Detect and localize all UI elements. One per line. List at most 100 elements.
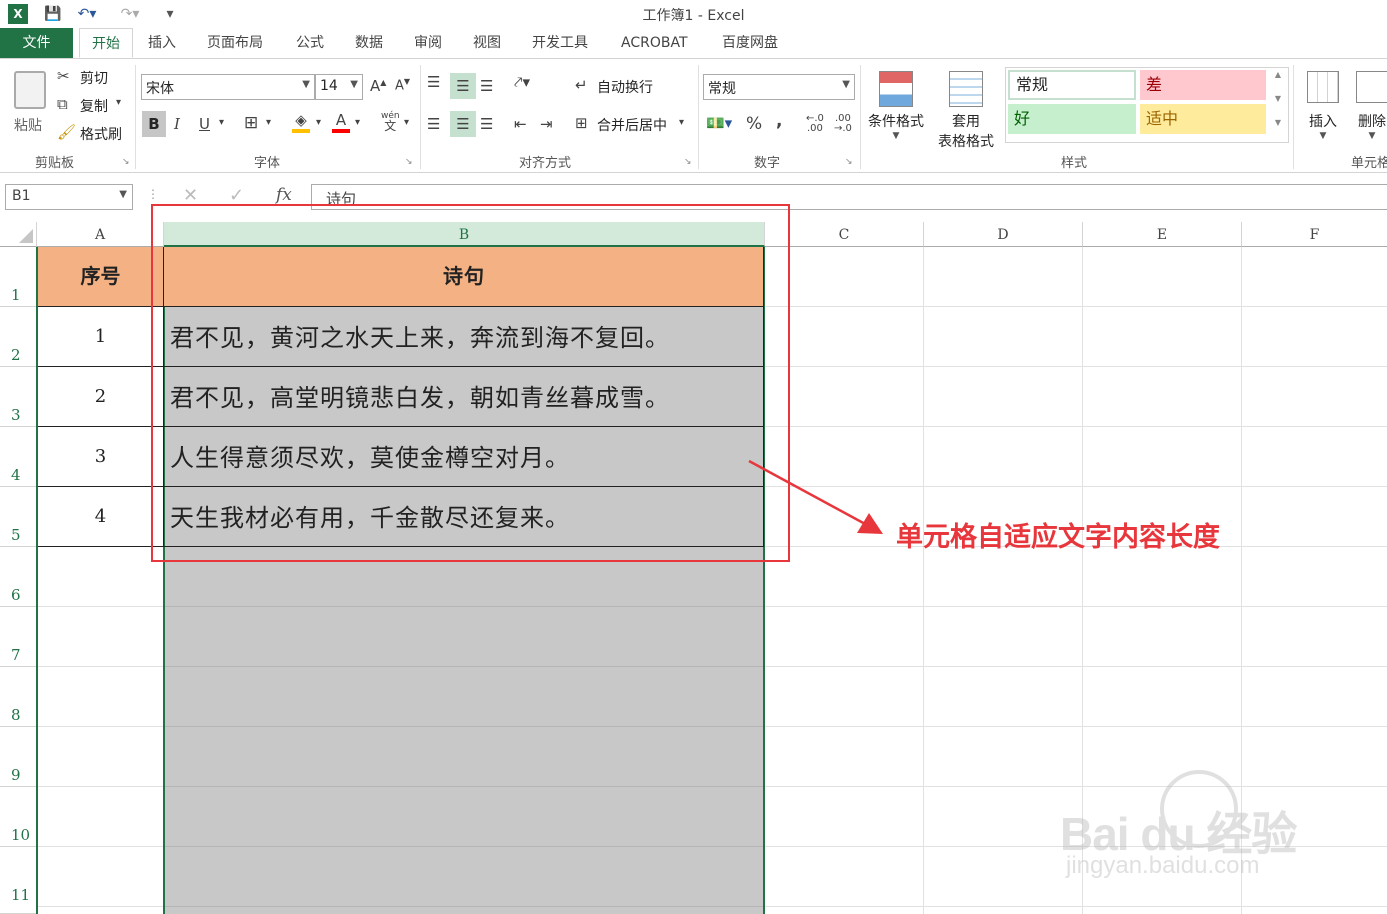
tab-page-layout[interactable]: 页面布局	[207, 28, 263, 58]
gallery-scroll-up-icon[interactable]: ▲	[1270, 70, 1286, 92]
row-header-7[interactable]: 7	[0, 607, 37, 667]
fill-color-icon[interactable]: ◈	[292, 111, 310, 133]
phonetic-icon[interactable]: wén 文	[381, 111, 400, 132]
align-middle-icon[interactable]: ☰	[450, 73, 476, 99]
comma-button[interactable]: ,	[776, 111, 782, 131]
tab-developer[interactable]: 开发工具	[532, 28, 588, 58]
tab-insert[interactable]: 插入	[148, 28, 176, 58]
merge-dropdown-icon[interactable]: ▾	[679, 117, 684, 128]
row-header-11[interactable]: 11	[0, 847, 37, 914]
font-color-icon[interactable]: A	[332, 111, 350, 133]
align-left-icon[interactable]: ☰	[427, 115, 440, 133]
tab-data[interactable]: 数据	[355, 28, 383, 58]
row-header-5[interactable]: 5	[0, 487, 37, 547]
italic-button[interactable]: I	[174, 115, 180, 133]
align-center-icon[interactable]: ☰	[450, 111, 476, 137]
copy-button[interactable]: 复制	[80, 96, 108, 116]
format-painter-button[interactable]: 格式刷	[80, 124, 122, 144]
phonetic-dropdown-icon[interactable]: ▾	[404, 117, 409, 128]
tab-acrobat[interactable]: ACROBAT	[621, 28, 688, 58]
row-number: 10	[11, 826, 31, 844]
column-header-f[interactable]: F	[1242, 222, 1387, 247]
separator	[1293, 65, 1294, 169]
conditional-format-icon	[879, 71, 913, 107]
style-normal[interactable]: 常规	[1008, 70, 1136, 100]
row-header-1[interactable]: 1	[0, 247, 37, 307]
font-name-select[interactable]: 宋体 ▼	[141, 74, 315, 100]
decrease-decimal-icon[interactable]: .00 →.0	[834, 114, 852, 134]
cancel-entry-icon[interactable]: ✕	[183, 185, 198, 206]
copy-dropdown-icon[interactable]: ▾	[116, 97, 121, 108]
row-header-8[interactable]: 8	[0, 667, 37, 727]
tab-review[interactable]: 审阅	[414, 28, 442, 58]
grow-font-icon[interactable]: A▲	[370, 77, 386, 95]
bold-button[interactable]: B	[142, 111, 166, 137]
align-top-icon[interactable]: ☰	[427, 73, 440, 91]
row-header-10[interactable]: 10	[0, 787, 37, 847]
font-launcher-icon[interactable]: ↘	[405, 157, 413, 167]
border-dropdown-icon[interactable]: ▾	[266, 117, 271, 128]
formula-bar-grip-icon[interactable]: ⋮	[147, 187, 159, 201]
border-icon[interactable]: ⊞	[244, 113, 258, 133]
paste-button[interactable]: 粘贴	[8, 67, 48, 137]
font-color-dropdown-icon[interactable]: ▾	[355, 117, 360, 128]
row-header-6[interactable]: 6	[0, 547, 37, 607]
underline-dropdown-icon[interactable]: ▾	[219, 117, 224, 128]
decrease-indent-icon[interactable]: ⇤	[514, 115, 527, 133]
select-all-corner[interactable]	[0, 222, 37, 247]
gallery-more-icon[interactable]: ▼	[1270, 118, 1286, 140]
number-format-select[interactable]: 常规 ▼	[703, 74, 855, 100]
table-cell-number[interactable]: 3	[38, 427, 163, 486]
tab-view[interactable]: 视图	[473, 28, 501, 58]
row-number: 11	[11, 886, 31, 904]
tab-file[interactable]: 文件	[0, 28, 73, 58]
style-neutral[interactable]: 适中	[1140, 104, 1266, 134]
align-bottom-icon[interactable]: ☰	[480, 77, 493, 95]
name-box[interactable]: B1 ▼	[5, 184, 133, 210]
gridline	[165, 726, 763, 727]
tab-baidu-netdisk[interactable]: 百度网盘	[722, 28, 778, 58]
font-size-select[interactable]: 14 ▼	[315, 74, 363, 100]
row-header-4[interactable]: 4	[0, 427, 37, 487]
clipboard-launcher-icon[interactable]: ↘	[122, 157, 130, 167]
styles-group-label: 样式	[1061, 156, 1088, 171]
percent-button[interactable]: %	[746, 114, 762, 134]
row-header-3[interactable]: 3	[0, 367, 37, 427]
number-launcher-icon[interactable]: ↘	[845, 157, 853, 167]
merge-center-icon: ⊞	[575, 114, 588, 132]
fill-dropdown-icon[interactable]: ▾	[316, 117, 321, 128]
insert-cells-button[interactable]: 插入 ▼	[1300, 67, 1346, 147]
row-header-2[interactable]: 2	[0, 307, 37, 367]
confirm-entry-icon[interactable]: ✓	[229, 185, 244, 206]
align-right-icon[interactable]: ☰	[480, 115, 493, 133]
increase-decimal-icon[interactable]: ←.0.00	[806, 114, 824, 134]
table-cell-number[interactable]: 1	[38, 307, 163, 366]
cut-button[interactable]: 剪切	[80, 68, 108, 88]
tab-home[interactable]: 开始	[79, 28, 133, 58]
style-good[interactable]: 好	[1008, 104, 1136, 134]
row-header-9[interactable]: 9	[0, 727, 37, 787]
column-header-d[interactable]: D	[924, 222, 1083, 247]
increase-indent-icon[interactable]: ⇥	[540, 115, 553, 133]
conditional-format-label: 条件格式	[868, 114, 924, 130]
tab-formulas[interactable]: 公式	[296, 28, 324, 58]
underline-button[interactable]: U	[199, 115, 210, 133]
delete-cells-button[interactable]: 删除 ▼	[1352, 67, 1387, 147]
currency-icon[interactable]: 💵▾	[706, 114, 732, 132]
baidu-watermark: Bai du 经验 jingyan.baidu.com	[1060, 770, 1320, 890]
insert-function-button[interactable]: fx	[276, 185, 292, 205]
column-header-e[interactable]: E	[1083, 222, 1242, 247]
shrink-font-icon[interactable]: A▼	[395, 77, 410, 93]
style-bad[interactable]: 差	[1140, 70, 1266, 100]
gallery-scroll-down-icon[interactable]: ▼	[1270, 94, 1286, 116]
format-as-table-button[interactable]: 套用 表格格式	[930, 67, 1002, 150]
column-header-a[interactable]: A	[37, 222, 164, 247]
header-cell-number[interactable]: 序号	[38, 247, 163, 306]
table-cell-number[interactable]: 4	[38, 487, 163, 546]
table-cell-number[interactable]: 2	[38, 367, 163, 426]
wrap-text-button[interactable]: 自动换行	[597, 77, 653, 97]
orientation-icon[interactable]: ⤤▾	[514, 73, 530, 91]
merge-center-button[interactable]: 合并后居中	[597, 115, 667, 135]
alignment-launcher-icon[interactable]: ↘	[684, 157, 692, 167]
conditional-format-button[interactable]: 条件格式 ▼	[864, 67, 928, 147]
